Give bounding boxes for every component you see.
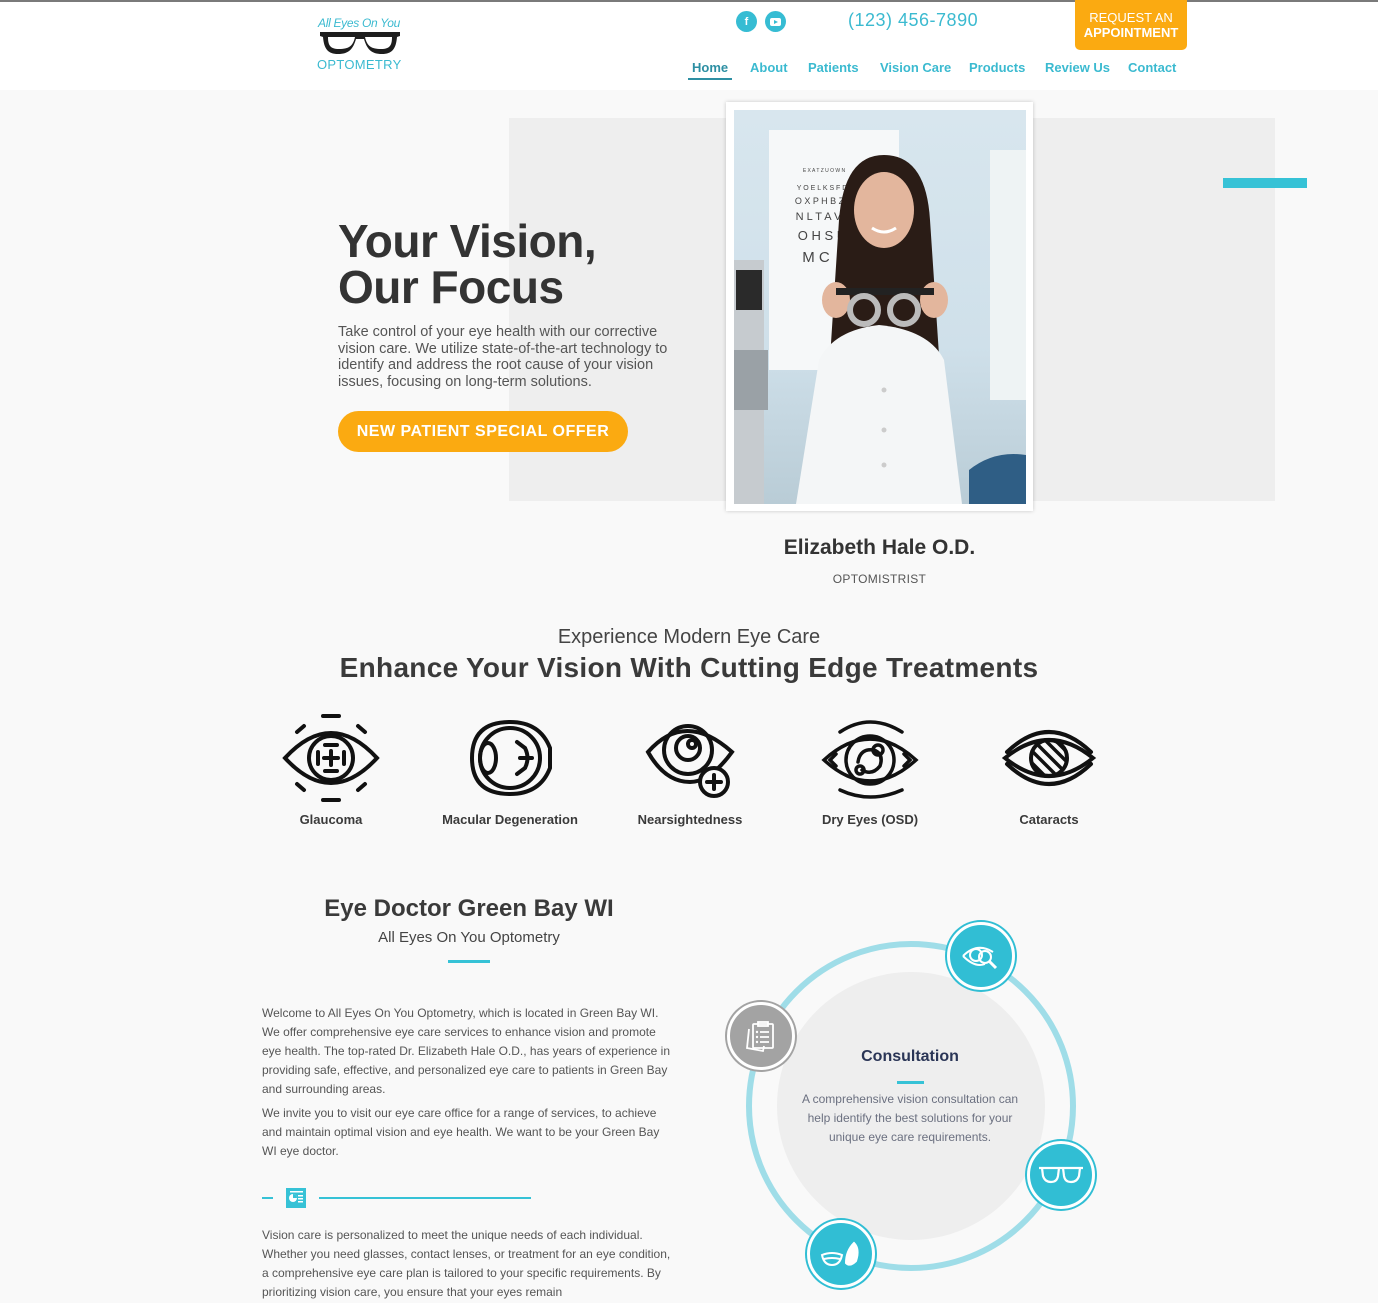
treatment-label: Macular Degeneration <box>442 812 578 827</box>
glasses-logo-icon <box>320 32 400 54</box>
youtube-icon <box>770 17 781 26</box>
request-appointment-line1: REQUEST AN <box>1089 10 1173 25</box>
cataract-eye-icon <box>1001 730 1097 786</box>
logo-wordmark: OPTOMETRY <box>317 57 402 72</box>
about-paragraph-2: We invite you to visit our eye care offi… <box>262 1106 660 1158</box>
treatments-title: Enhance Your Vision With Cutting Edge Tr… <box>339 652 1039 683</box>
facebook-button[interactable]: f <box>736 11 757 32</box>
divider-long <box>319 1197 531 1199</box>
request-appointment-button[interactable]: REQUEST AN APPOINTMENT <box>1075 0 1187 50</box>
svg-text:E X A T Z U O W N: E X A T Z U O W N <box>803 168 846 174</box>
glasses-icon <box>1039 1166 1083 1184</box>
clipboard-icon <box>746 1021 774 1053</box>
service-title: Consultation <box>861 1048 959 1065</box>
hero-text: Take control of your eye health with our… <box>338 324 668 390</box>
doctor-photo: E X A T Z U O W N Y O E L K S F D I O X … <box>734 110 1026 504</box>
phone-link[interactable]: (123) 456-7890 <box>848 10 978 31</box>
accent-bar <box>1223 178 1307 188</box>
about-paragraph-3: Vision care is personalized to meet the … <box>262 1228 671 1299</box>
treatment-nearsightedness[interactable]: Nearsightedness <box>600 712 780 827</box>
treatment-label: Cataracts <box>1019 812 1079 827</box>
orb-consultation[interactable] <box>727 1002 795 1070</box>
svg-text:Y O E L K S F D I: Y O E L K S F D I <box>797 185 852 192</box>
contact-lens-icon <box>820 1241 859 1267</box>
site-header: All Eyes On You OPTOMETRY f (123) 456-78… <box>0 0 1378 90</box>
nav-about[interactable]: About <box>750 60 788 75</box>
service-divider <box>897 1081 924 1084</box>
nav-review-us[interactable]: Review Us <box>1045 60 1110 75</box>
svg-text:M C: M C <box>802 249 830 266</box>
nearsighted-eye-icon <box>645 724 735 798</box>
about-paragraph-1: Welcome to All Eyes On You Optometry, wh… <box>262 1006 670 1096</box>
divider-short <box>262 1197 273 1199</box>
eye-magnifier-icon <box>962 946 998 970</box>
new-patient-offer-button[interactable]: NEW PATIENT SPECIAL OFFER <box>338 411 628 452</box>
doctor-name: Elizabeth Hale O.D. <box>783 536 976 559</box>
nav-products[interactable]: Products <box>969 60 1025 75</box>
about-divider <box>448 960 490 963</box>
presentation-icon <box>286 1188 306 1208</box>
orb-glasses[interactable] <box>1027 1141 1095 1209</box>
dry-eye-icon <box>821 720 919 799</box>
treatment-macular-degeneration[interactable]: Macular Degeneration <box>420 712 600 827</box>
youtube-button[interactable] <box>765 11 786 32</box>
orb-contact-lenses[interactable] <box>807 1220 875 1288</box>
treatments-subtitle: Experience Modern Eye Care <box>557 626 821 648</box>
request-appointment-line2: APPOINTMENT <box>1083 25 1179 40</box>
hero-title-line1: Your Vision, <box>338 215 597 267</box>
about-title: Eye Doctor Green Bay WI <box>324 895 614 922</box>
orb-eye-exam[interactable] <box>947 922 1015 990</box>
hero-title-line2: Our Focus <box>338 261 564 313</box>
nav-home[interactable]: Home <box>687 60 733 80</box>
treatment-cataracts[interactable]: Cataracts <box>959 712 1139 827</box>
macular-eye-icon <box>469 719 552 797</box>
nav-contact[interactable]: Contact <box>1128 60 1176 75</box>
treatment-label: Glaucoma <box>299 812 363 827</box>
glaucoma-eye-icon <box>282 714 380 802</box>
treatment-dry-eyes[interactable]: Dry Eyes (OSD) <box>780 712 960 827</box>
doctor-photo-frame: E X A T Z U O W N Y O E L K S F D I O X … <box>726 102 1033 511</box>
doctor-title: OPTOMISTRIST <box>832 572 927 586</box>
treatment-label: Dry Eyes (OSD) <box>821 812 919 827</box>
about-subtitle: All Eyes On You Optometry <box>378 929 560 946</box>
logo[interactable]: All Eyes On You OPTOMETRY <box>316 14 406 76</box>
nav-patients[interactable]: Patients <box>808 60 859 75</box>
treatment-glaucoma[interactable]: Glaucoma <box>241 712 421 827</box>
nav-vision-care[interactable]: Vision Care <box>880 60 951 75</box>
facebook-icon: f <box>744 15 749 28</box>
service-description: A comprehensive vision consultation can … <box>801 1092 1019 1144</box>
treatment-label: Nearsightedness <box>637 812 743 827</box>
hero-title: Your Vision, Our Focus <box>338 215 597 313</box>
logo-tagline: All Eyes On You <box>318 16 400 30</box>
